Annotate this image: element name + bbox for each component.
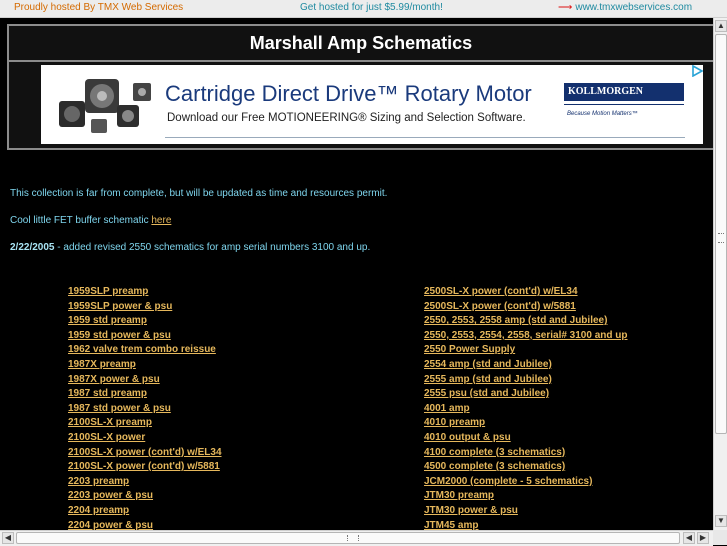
adchoices-icon[interactable]	[691, 65, 703, 77]
grip-icon	[718, 233, 724, 243]
host-banner: Proudly hosted By TMX Web Services Get h…	[0, 0, 727, 18]
scroll-right-arrow-icon[interactable]: ◀	[683, 532, 695, 544]
fet-buffer-text: Cool little FET buffer schematic	[10, 215, 152, 226]
scrollbar-corner	[713, 530, 727, 545]
vertical-scrollbar[interactable]: ▲ ▼	[713, 18, 727, 530]
brand-logo: KOLLMORGEN	[564, 83, 684, 101]
schematic-link[interactable]: 2203 preamp	[68, 475, 222, 490]
vertical-scroll-thumb[interactable]	[715, 34, 727, 434]
schematic-link[interactable]: 2100SL-X power	[68, 431, 222, 446]
host-credit-link[interactable]: Proudly hosted By TMX Web Services	[14, 2, 183, 13]
update-text: - added revised 2550 schematics for amp …	[54, 242, 371, 253]
schematic-link[interactable]: JTM45 amp	[424, 519, 627, 531]
schematic-link[interactable]: 2100SL-X power (cont'd) w/5881	[68, 460, 222, 475]
schematic-link[interactable]: 1987X preamp	[68, 358, 222, 373]
schematic-link[interactable]: 1962 valve trem combo reissue	[68, 343, 222, 358]
schematic-link[interactable]: 1987 std preamp	[68, 387, 222, 402]
schematic-link[interactable]: 2550, 2553, 2554, 2558, serial# 3100 and…	[424, 329, 627, 344]
schematic-link[interactable]: 1959 std preamp	[68, 314, 222, 329]
schematic-link[interactable]: 2100SL-X power (cont'd) w/EL34	[68, 446, 222, 461]
schematic-link[interactable]: 2554 amp (std and Jubilee)	[424, 358, 627, 373]
page-title: Marshall Amp Schematics	[249, 33, 473, 53]
schematic-link[interactable]: JTM30 preamp	[424, 489, 627, 504]
scroll-right-arrow-icon[interactable]: ▶	[697, 532, 709, 544]
grip-icon	[347, 535, 359, 541]
update-note: 2/22/2005 - added revised 2550 schematic…	[10, 242, 370, 253]
schematic-link[interactable]: 2555 psu (std and Jubilee)	[424, 387, 627, 402]
schematic-link[interactable]: 4001 amp	[424, 402, 627, 417]
schematic-link[interactable]: 2555 amp (std and Jubilee)	[424, 373, 627, 388]
header-box: Marshall Amp Schematics	[7, 24, 713, 63]
horizontal-scroll-thumb[interactable]	[16, 532, 680, 544]
schematic-link[interactable]: 2500SL-X power (cont'd) w/5881	[424, 300, 627, 315]
ad-headline: Cartridge Direct Drive™ Rotary Motor	[165, 81, 532, 106]
scroll-up-arrow-icon[interactable]: ▲	[715, 20, 727, 32]
scroll-down-arrow-icon[interactable]: ▼	[715, 515, 727, 527]
brand-tagline: Because Motion Matters™	[567, 111, 638, 117]
page-content: Marshall Amp Schematics Cartridge Direct…	[0, 18, 713, 530]
schematic-list-left: 1959SLP preamp 1959SLP power & psu 1959 st…	[68, 285, 222, 530]
schematic-list-right: 2500SL-X power (cont'd) w/EL34 2500SL-X p…	[424, 285, 627, 530]
schematic-link[interactable]: 1959 std power & psu	[68, 329, 222, 344]
motor-image	[59, 79, 151, 133]
ad-divider	[165, 137, 685, 138]
scroll-left-arrow-icon[interactable]: ◀	[2, 532, 14, 544]
update-date: 2/22/2005	[10, 242, 55, 253]
schematic-link[interactable]: 4100 complete (3 schematics)	[424, 446, 627, 461]
schematic-link[interactable]: JTM30 power & psu	[424, 504, 627, 519]
ad-banner[interactable]: Cartridge Direct Drive™ Rotary Motor Dow…	[41, 65, 703, 144]
schematic-link[interactable]: 2204 power & psu	[68, 519, 222, 531]
brand-underline	[564, 104, 684, 105]
schematic-link[interactable]: 2204 preamp	[68, 504, 222, 519]
fet-buffer-line: Cool little FET buffer schematic here	[10, 215, 171, 226]
host-url-text: www.tmxwebservices.com	[575, 2, 693, 13]
ad-container: Cartridge Direct Drive™ Rotary Motor Dow…	[7, 60, 713, 150]
host-url-link[interactable]: ⟶ www.tmxwebservices.com	[558, 2, 692, 13]
schematic-link[interactable]: 1959SLP preamp	[68, 285, 222, 300]
schematic-link[interactable]: 2550, 2553, 2558 amp (std and Jubilee)	[424, 314, 627, 329]
schematic-link[interactable]: 1959SLP power & psu	[68, 300, 222, 315]
arrow-icon: ⟶	[558, 2, 573, 13]
hosting-offer-link[interactable]: Get hosted for just $5.99/month!	[300, 2, 443, 13]
schematic-link[interactable]: 2100SL-X preamp	[68, 416, 222, 431]
schematic-link[interactable]: 2203 power & psu	[68, 489, 222, 504]
schematic-link[interactable]: 2550 Power Supply	[424, 343, 627, 358]
ad-subline: Download our Free MOTIONEERING® Sizing a…	[167, 112, 526, 124]
intro-text: This collection is far from complete, bu…	[10, 188, 388, 199]
horizontal-scrollbar[interactable]: ◀ ◀ ▶	[0, 530, 713, 546]
schematic-link[interactable]: 2500SL-X power (cont'd) w/EL34	[424, 285, 627, 300]
schematic-link[interactable]: 1987X power & psu	[68, 373, 222, 388]
fet-buffer-link[interactable]: here	[151, 215, 171, 226]
schematic-link[interactable]: 1987 std power & psu	[68, 402, 222, 417]
schematic-link[interactable]: 4500 complete (3 schematics)	[424, 460, 627, 475]
schematic-link[interactable]: 4010 preamp	[424, 416, 627, 431]
schematic-link[interactable]: JCM2000 (complete - 5 schematics)	[424, 475, 627, 490]
schematic-link[interactable]: 4010 output & psu	[424, 431, 627, 446]
